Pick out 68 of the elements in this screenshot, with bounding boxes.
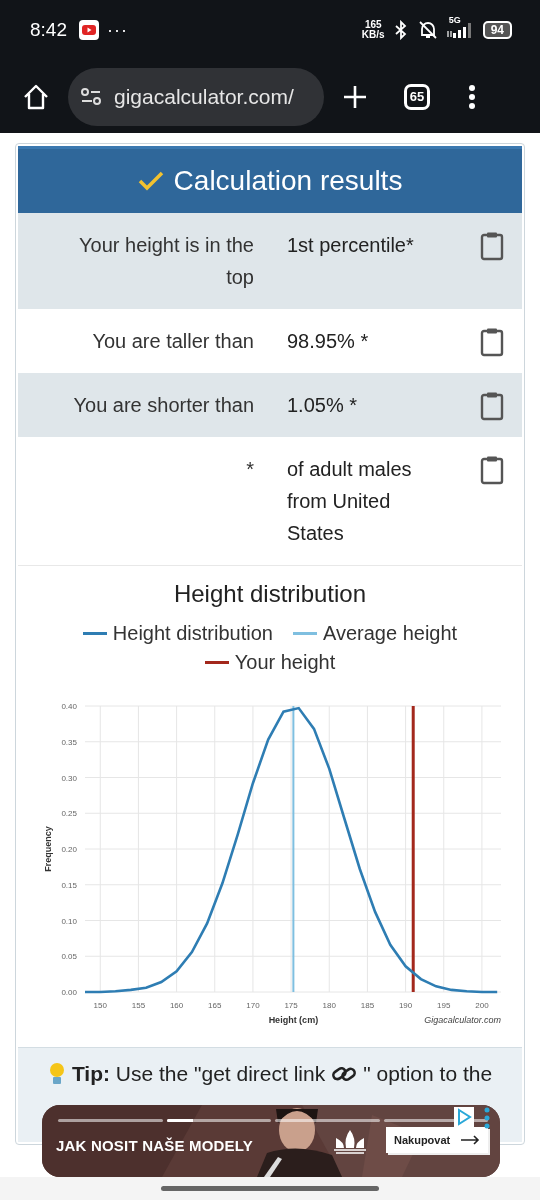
link-icon[interactable] <box>331 1064 358 1084</box>
result-label: You are shorter than <box>72 393 254 418</box>
clock: 8:42 <box>30 19 67 41</box>
x-tick-label: 160 <box>169 1001 184 1010</box>
tip-text: " option to the <box>363 1062 493 1086</box>
address-bar[interactable]: gigacalculator.com/ <box>68 67 324 126</box>
legend-label: Your height <box>234 651 336 674</box>
more-notifications: ··· <box>107 19 128 41</box>
new-tab-icon[interactable] <box>342 83 368 110</box>
x-tick-label: 155 <box>131 1001 146 1010</box>
legend-label: Height distribution <box>112 622 273 645</box>
x-tick-label: 150 <box>93 1001 107 1010</box>
home-icon[interactable] <box>22 82 50 111</box>
x-tick-label: 190 <box>398 1001 413 1010</box>
legend-line <box>204 661 229 664</box>
x-tick-label: 200 <box>475 1001 489 1010</box>
tip-text: Tip: Use the "get direct link <box>71 1062 326 1086</box>
network-speed: 165 KB/s <box>361 20 385 40</box>
chart-credit: Gigacalculator.com <box>424 1015 501 1025</box>
y-tick-label: 0.30 <box>61 773 77 783</box>
gesture-handle[interactable] <box>161 1186 379 1191</box>
y-axis-title: Frequency <box>43 826 53 872</box>
lightbulb-icon <box>47 1062 66 1086</box>
x-tick-label: 165 <box>208 1001 222 1010</box>
legend-label: Average height <box>322 622 458 645</box>
y-tick-label: 0.00 <box>61 988 77 997</box>
video-app-icon <box>79 20 99 40</box>
arrow-icon <box>460 1135 481 1145</box>
legend-line <box>82 632 107 635</box>
result-label: * <box>245 457 254 482</box>
clipboard-icon[interactable] <box>480 327 504 357</box>
y-tick-label: 0.25 <box>61 809 77 819</box>
more-options-icon[interactable] <box>484 1107 490 1129</box>
ad-info-icon[interactable] <box>454 1107 474 1127</box>
y-tick-label: 0.40 <box>61 702 77 711</box>
battery-indicator: 94 <box>482 21 512 39</box>
results-title: Calculation results <box>173 165 403 197</box>
menu-icon[interactable] <box>468 83 476 110</box>
result-value: 98.95% * <box>287 329 370 354</box>
clipboard-icon[interactable] <box>480 455 504 485</box>
x-tick-label: 185 <box>360 1001 375 1010</box>
y-tick-label: 0.20 <box>61 845 77 854</box>
muted-bell-icon <box>416 19 439 41</box>
shop-button[interactable]: Nakupovat <box>386 1127 489 1153</box>
chart-title: Height distribution <box>173 580 367 608</box>
tab-count-button[interactable]: 65 <box>404 83 430 110</box>
check-icon <box>137 170 164 192</box>
y-tick-label: 0.10 <box>61 916 77 926</box>
result-label: Your height is in the top <box>78 233 254 290</box>
result-label: You are taller than <box>91 329 254 354</box>
x-tick-label: 170 <box>246 1001 260 1010</box>
y-tick-label: 0.05 <box>61 952 77 962</box>
x-axis-title: Height (cm) <box>268 1015 319 1025</box>
result-value: 1.05% * <box>287 393 359 418</box>
x-tick-label: 180 <box>322 1001 336 1010</box>
y-tick-label: 0.35 <box>61 737 77 747</box>
network-type: 5G <box>448 15 461 25</box>
result-value: of adult males from United States <box>287 457 413 546</box>
x-tick-label: 175 <box>284 1001 298 1010</box>
clipboard-icon[interactable] <box>480 391 504 421</box>
x-tick-label: 195 <box>437 1001 451 1010</box>
tune-icon[interactable] <box>80 86 102 107</box>
ad-banner[interactable]: JAK NOSIT NAŠE MODELY Nakupovat <box>42 1105 500 1177</box>
y-tick-label: 0.15 <box>61 880 77 890</box>
ad-headline: JAK NOSIT NAŠE MODELY <box>56 1137 253 1154</box>
clipboard-icon[interactable] <box>480 231 504 261</box>
legend-line <box>292 632 317 635</box>
result-value: 1st percentile* <box>287 233 415 258</box>
